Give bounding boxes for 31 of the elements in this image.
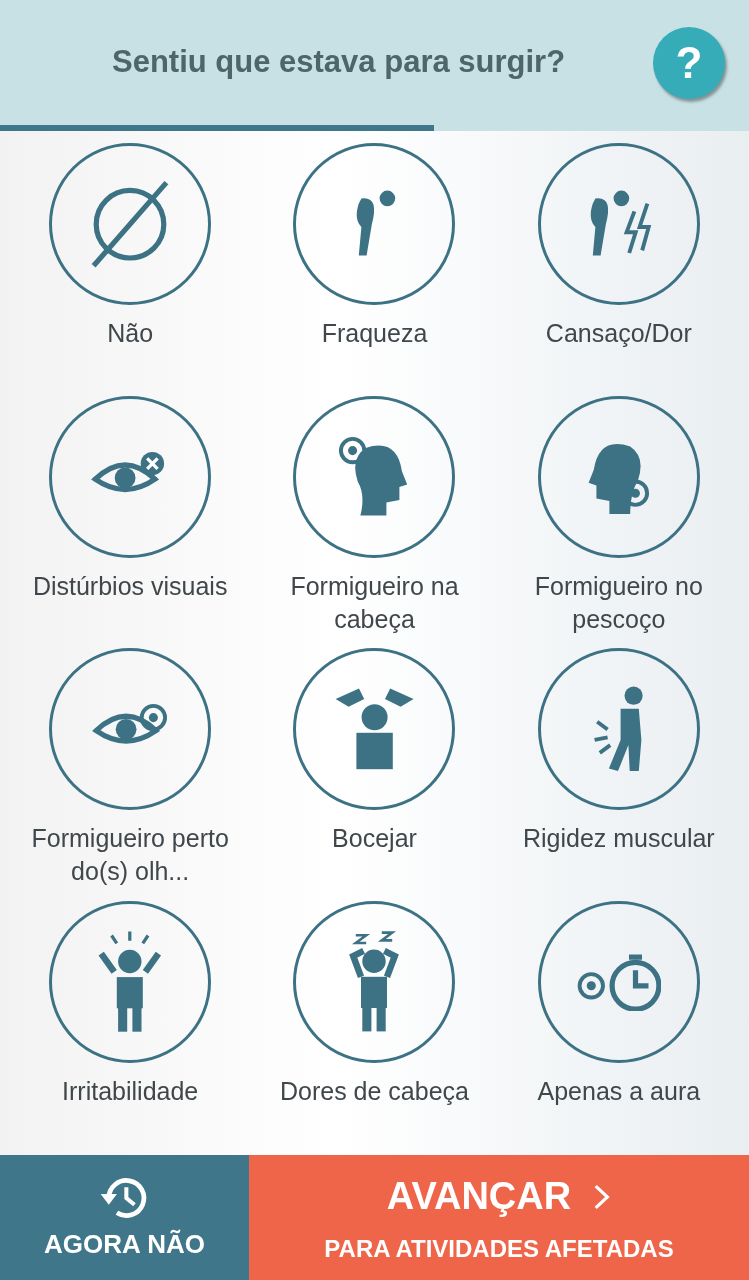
- option-label: Apenas a aura: [536, 1075, 702, 1107]
- page-title: Sentiu que estava para surgir?: [112, 43, 566, 82]
- symptom-option[interactable]: Fraqueza: [252, 143, 497, 396]
- symptom-option[interactable]: Distúrbios visuais: [8, 395, 253, 648]
- symptom-option[interactable]: Cansaço/Dor: [496, 143, 741, 396]
- option-label: Não: [106, 318, 155, 349]
- option-label: Dores de cabeça: [278, 1075, 470, 1107]
- symptom-option[interactable]: Dores de cabeça: [252, 900, 497, 1153]
- skip-button[interactable]: AGORA NÃO: [0, 1155, 249, 1280]
- symptom-option[interactable]: Não: [8, 143, 253, 396]
- option-label: Distúrbios visuais: [31, 570, 229, 602]
- next-subtitle: PARA ATIVIDADES AFETADAS: [324, 1234, 674, 1264]
- symptom-option[interactable]: Formigueiro na cabeça: [252, 395, 497, 648]
- next-label: AVANÇAR: [386, 1174, 572, 1219]
- symptom-option[interactable]: Bocejar: [252, 648, 497, 901]
- option-label: Irritabilidade: [61, 1075, 200, 1107]
- option-label: Formigueiro perto do(s) olh...: [30, 823, 230, 887]
- headache-figure-icon: [348, 929, 401, 1034]
- symptom-option[interactable]: Apenas a aura: [496, 900, 741, 1153]
- symptom-option[interactable]: Rigidez muscular: [496, 648, 741, 901]
- option-label: Formigueiro no pescoço: [533, 570, 704, 635]
- empty-set-icon: [91, 179, 170, 269]
- option-label: Rigidez muscular: [521, 823, 716, 854]
- symptom-option[interactable]: Formigueiro no pescoço: [496, 395, 741, 648]
- chevron-right-icon: [593, 1182, 612, 1211]
- option-label: Bocejar: [331, 823, 418, 854]
- symptom-option[interactable]: Irritabilidade: [8, 900, 253, 1153]
- option-label: Formigueiro na cabeça: [289, 570, 460, 635]
- symptom-option[interactable]: Formigueiro perto do(s) olh...: [8, 648, 253, 901]
- option-label: Cansaço/Dor: [544, 318, 693, 349]
- option-label: Fraqueza: [320, 318, 429, 349]
